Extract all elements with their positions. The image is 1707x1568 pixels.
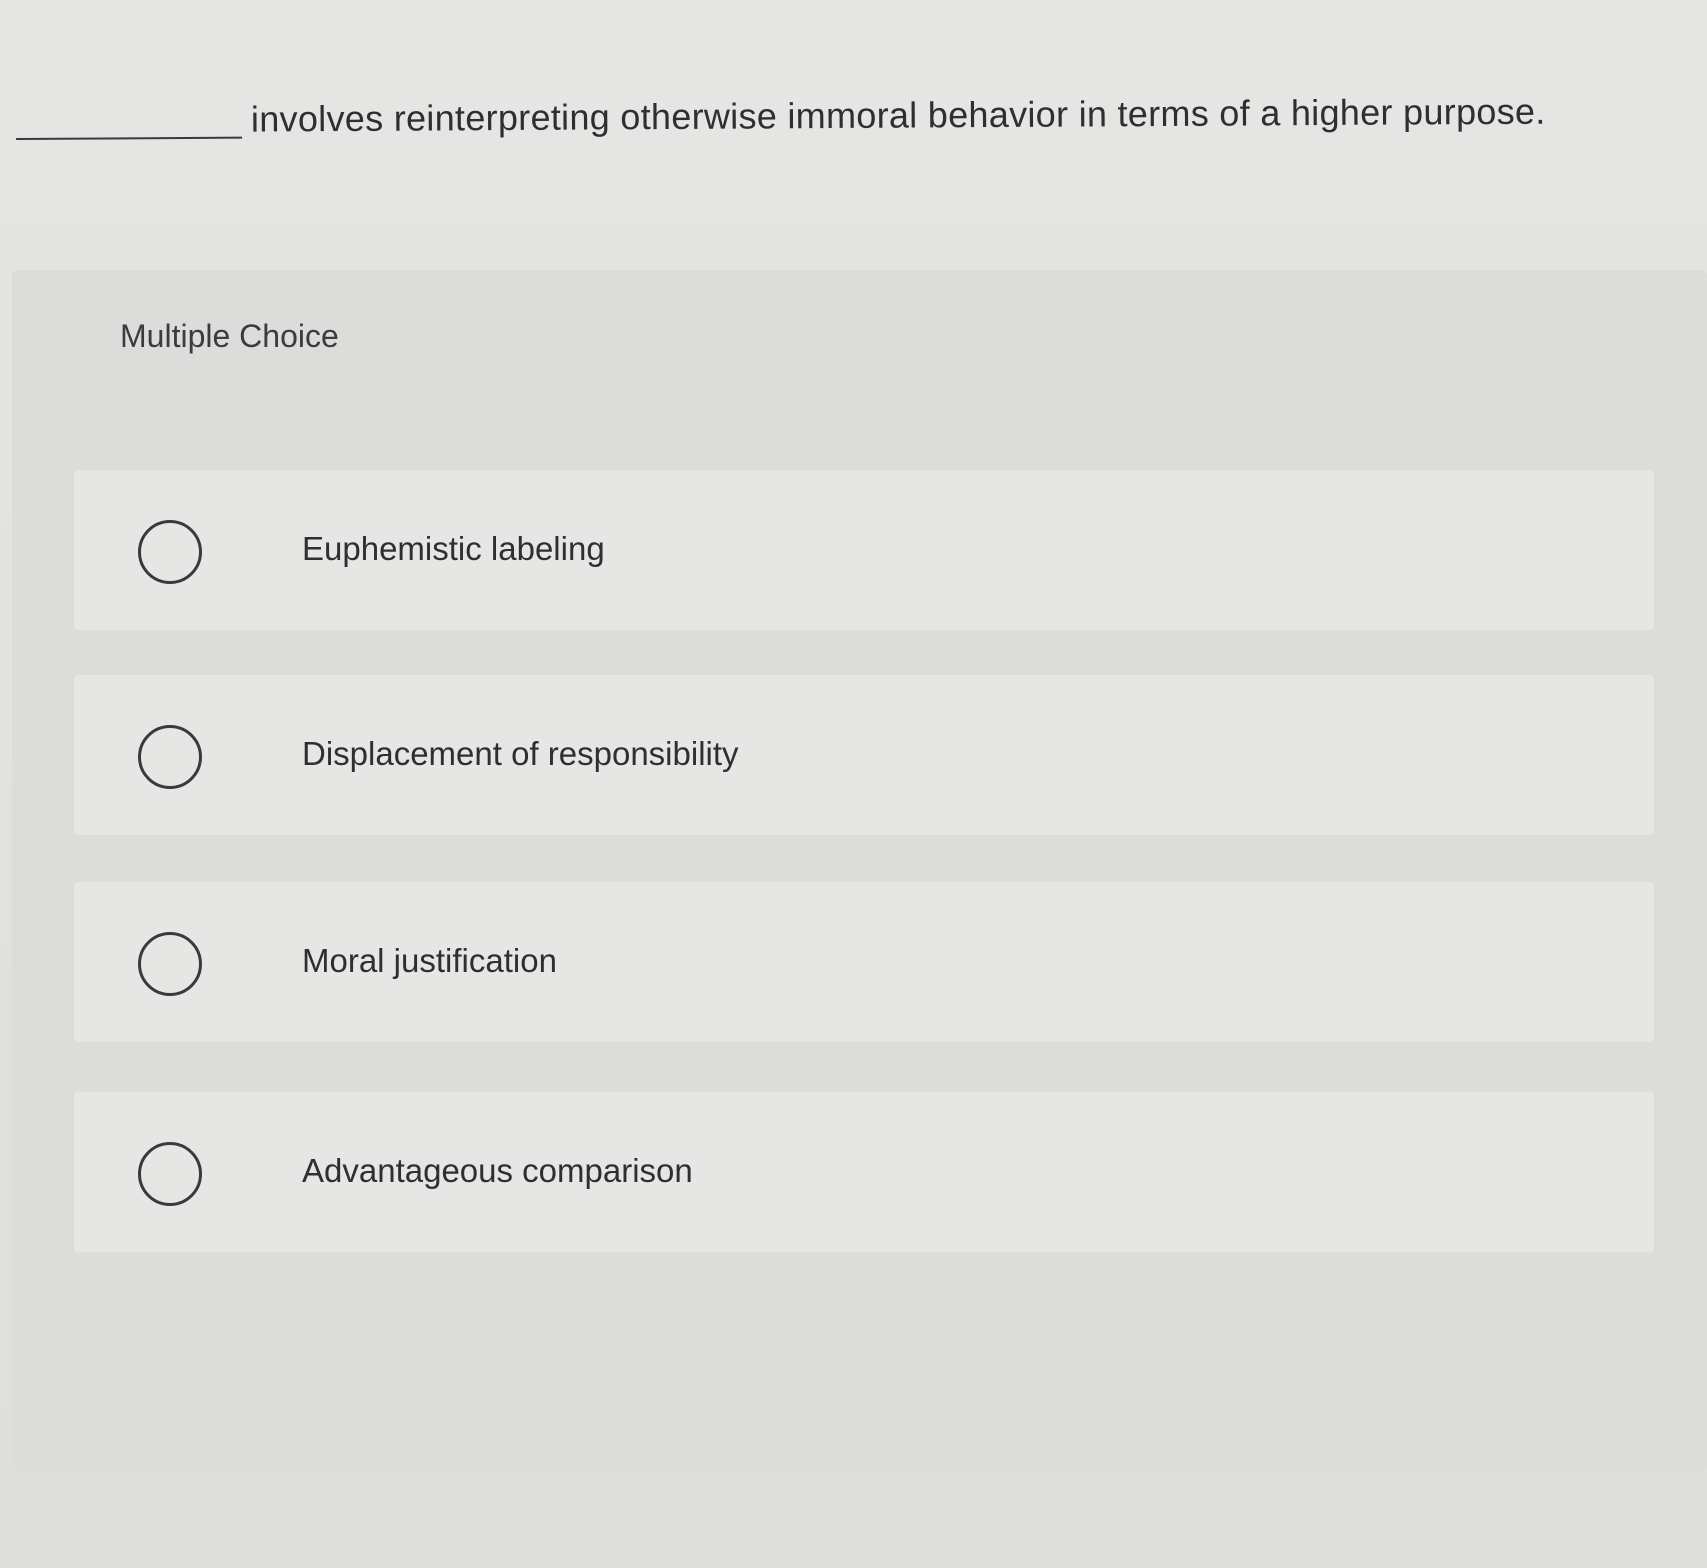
option-moral-justification[interactable]: Moral justification — [74, 882, 1654, 1042]
radio-button-icon[interactable] — [138, 725, 202, 789]
multiple-choice-label: Multiple Choice — [120, 318, 339, 354]
option-euphemistic-labeling[interactable]: Euphemistic labeling — [74, 470, 1654, 630]
radio-button-icon[interactable] — [138, 520, 202, 584]
option-displacement-of-responsibility[interactable]: Displacement of responsibility — [74, 675, 1654, 835]
radio-button-icon[interactable] — [138, 1142, 202, 1206]
answer-blank — [16, 136, 243, 140]
question-prompt: involves reinterpreting otherwise immora… — [16, 78, 1676, 158]
option-label: Moral justification — [302, 942, 557, 979]
option-label: Displacement of responsibility — [302, 735, 739, 772]
option-label: Advantageous comparison — [302, 1152, 693, 1189]
multiple-choice-panel: Multiple Choice Euphemistic labeling Dis… — [12, 270, 1707, 1470]
option-advantageous-comparison[interactable]: Advantageous comparison — [74, 1092, 1654, 1252]
question-stem: involves reinterpreting otherwise immora… — [250, 90, 1546, 140]
radio-button-icon[interactable] — [138, 932, 202, 996]
option-label: Euphemistic labeling — [302, 530, 605, 567]
